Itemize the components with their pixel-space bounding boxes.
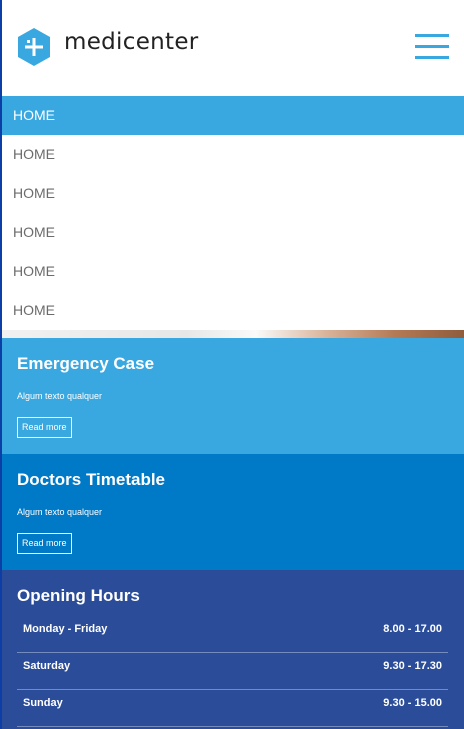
menu-item-home[interactable]: HOME [2, 213, 464, 252]
medical-cross-hexagon-icon[interactable] [16, 27, 52, 67]
emergency-case-box: Emergency Case Algum texto qualquer Read… [2, 338, 464, 454]
hours-time: 8.00 - 17.00 [383, 623, 442, 635]
opening-hours-box: Opening Hours Monday - Friday 8.00 - 17.… [2, 570, 464, 729]
brand-name[interactable]: medicenter [64, 29, 199, 55]
hours-time: 9.30 - 15.00 [383, 697, 442, 709]
menu-item-home[interactable]: HOME [2, 174, 464, 213]
hours-day: Sunday [23, 697, 63, 709]
hours-day: Monday - Friday [23, 623, 108, 635]
menu-item-home-active[interactable]: HOME [2, 96, 464, 135]
menu-item-home[interactable]: HOME [2, 135, 464, 174]
opening-hours-title: Opening Hours [17, 586, 140, 605]
site-header: medicenter [2, 0, 464, 96]
opening-hours-table: Monday - Friday 8.00 - 17.00 Saturday 9.… [17, 616, 448, 727]
emergency-read-more-button[interactable]: Read more [17, 417, 72, 438]
doctors-timetable-box: Doctors Timetable Algum texto qualquer R… [2, 454, 464, 570]
hours-time: 9.30 - 17.30 [383, 660, 442, 672]
hours-row: Saturday 9.30 - 17.30 [17, 653, 448, 690]
menu-item-home[interactable]: HOME [2, 252, 464, 291]
main-menu: HOME HOME HOME HOME HOME HOME [2, 96, 464, 330]
doctors-timetable-text: Algum texto qualquer [17, 507, 103, 517]
hours-day: Saturday [23, 660, 71, 672]
menu-item-home[interactable]: HOME [2, 291, 464, 330]
hours-row: Monday - Friday 8.00 - 17.00 [17, 616, 448, 653]
emergency-case-title: Emergency Case [17, 354, 155, 373]
hours-row: Sunday 9.30 - 15.00 [17, 690, 448, 727]
page: medicenter HOME HOME HOME HOME HOME HOME… [0, 0, 464, 729]
hamburger-bar [415, 56, 449, 59]
doctors-read-more-button[interactable]: Read more [17, 533, 72, 554]
doctors-timetable-title: Doctors Timetable [17, 470, 166, 489]
hero-image-strip [2, 330, 464, 338]
hamburger-menu-icon[interactable] [415, 32, 449, 60]
emergency-case-text: Algum texto qualquer [17, 391, 103, 401]
hamburger-bar [415, 34, 449, 37]
hamburger-bar [415, 45, 449, 48]
